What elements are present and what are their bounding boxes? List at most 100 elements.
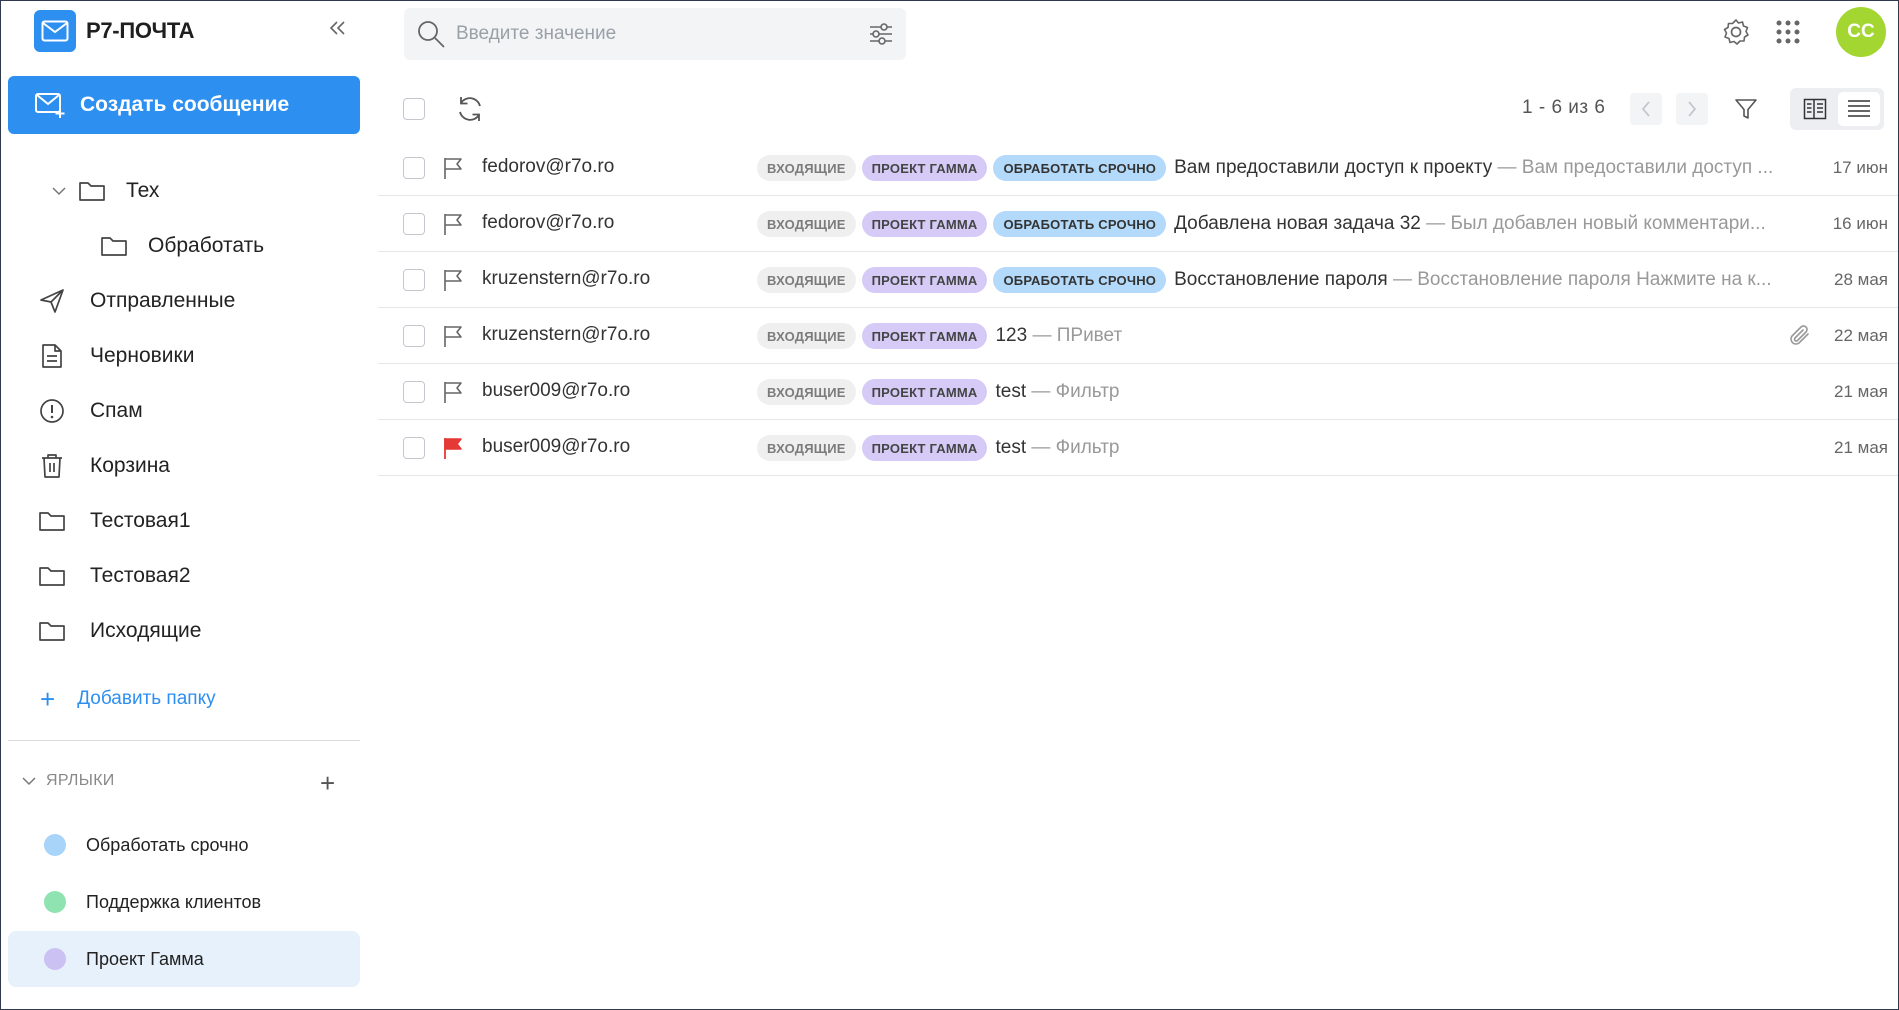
message-row[interactable]: kruzenstern@r7o.ro ВХОДЯЩИЕ ПРОЕКТ ГАММА… [378, 308, 1898, 364]
message-row[interactable]: fedorov@r7o.ro ВХОДЯЩИЕ ПРОЕКТ ГАММА ОБР… [378, 196, 1898, 252]
labels-section-toggle[interactable]: ЯРЛЫКИ [22, 772, 115, 790]
separator: — [1031, 381, 1051, 402]
message-checkbox[interactable] [403, 269, 425, 291]
label-color-dot [44, 834, 66, 856]
draft-document-icon [38, 342, 66, 370]
tag-project-gamma: ПРОЕКТ ГАММА [861, 379, 988, 405]
sender: kruzenstern@r7o.ro [482, 268, 651, 289]
compose-label: Создать сообщение [80, 93, 290, 116]
folder-label: Черновики [90, 344, 195, 367]
subject: test [995, 381, 1027, 402]
folder-icon [38, 562, 66, 590]
label-item-urgent[interactable]: Обработать срочно [8, 817, 360, 873]
folder-drafts[interactable]: Черновики [38, 342, 194, 370]
subject: test [995, 437, 1027, 458]
message-subject-line: test — Фильтр [995, 381, 1119, 403]
message-checkbox[interactable] [403, 213, 425, 235]
flag-icon[interactable] [442, 268, 464, 292]
preview: Вам предоставили доступ ... [1521, 157, 1774, 178]
sender: buser009@r7o.ro [482, 380, 631, 401]
next-page-button[interactable] [1676, 93, 1708, 125]
tag-project-gamma: ПРОЕКТ ГАММА [861, 323, 988, 349]
message-subject-line: test — Фильтр [995, 437, 1119, 459]
tag-project-gamma: ПРОЕКТ ГАММА [861, 211, 988, 237]
tag-inbox: ВХОДЯЩИЕ [757, 155, 856, 181]
message-checkbox[interactable] [403, 381, 425, 403]
tag-inbox: ВХОДЯЩИЕ [757, 211, 856, 237]
search-icon [416, 19, 446, 49]
flag-icon[interactable] [442, 380, 464, 404]
add-label-plus-icon[interactable]: + [320, 770, 335, 796]
refresh-icon[interactable] [455, 94, 485, 124]
filter-funnel-icon[interactable] [1734, 97, 1758, 121]
message-checkbox[interactable] [403, 325, 425, 347]
search-bar[interactable]: Введите значение [404, 8, 906, 60]
label-color-dot [44, 948, 66, 970]
flag-icon[interactable] [442, 156, 464, 180]
split-view-icon[interactable] [1794, 92, 1836, 126]
message-row[interactable]: buser009@r7o.ro ВХОДЯЩИЕ ПРОЕКТ ГАММА te… [378, 364, 1898, 420]
tag-urgent: ОБРАБОТАТЬ СРОЧНО [993, 155, 1167, 181]
folder-tech[interactable]: Тех [52, 177, 159, 205]
settings-gear-icon[interactable] [1720, 16, 1752, 48]
flag-icon[interactable] [442, 324, 464, 348]
prev-page-button[interactable] [1630, 93, 1662, 125]
separator: — [1497, 157, 1517, 178]
flag-filled-red-icon[interactable] [442, 436, 464, 460]
separator: — [1032, 325, 1052, 346]
select-all-checkbox[interactable] [403, 98, 425, 120]
chevron-down-icon[interactable] [52, 186, 66, 196]
flag-icon[interactable] [442, 212, 464, 236]
labels-section-title: ЯРЛЫКИ [46, 772, 115, 789]
folder-sent[interactable]: Отправленные [38, 287, 235, 315]
folder-outbox[interactable]: Исходящие [38, 617, 201, 645]
subject: Вам предоставили доступ к проекту [1174, 157, 1493, 178]
message-subject-line: 123 — ПРивет [995, 325, 1122, 347]
view-mode-toggle [1790, 88, 1884, 130]
folder-spam[interactable]: Спам [38, 397, 143, 425]
search-input[interactable]: Введите значение [456, 23, 868, 45]
folder-test2[interactable]: Тестовая2 [38, 562, 191, 590]
folder-test1[interactable]: Тестовая1 [38, 507, 191, 535]
label-item-support[interactable]: Поддержка клиентов [8, 874, 360, 930]
tag-project-gamma: ПРОЕКТ ГАММА [861, 435, 988, 461]
sender: fedorov@r7o.ro [482, 156, 615, 177]
label-item-gamma[interactable]: Проект Гамма [8, 931, 360, 987]
message-date: 28 мая [1834, 270, 1888, 289]
add-folder-button[interactable]: + Добавить папку [40, 686, 216, 712]
label-name: Проект Гамма [86, 948, 204, 969]
tag-project-gamma: ПРОЕКТ ГАММА [861, 267, 988, 293]
folder-trash[interactable]: Корзина [38, 452, 170, 480]
message-date: 17 июн [1832, 158, 1888, 177]
apps-grid-icon[interactable] [1772, 16, 1804, 48]
collapse-sidebar-icon[interactable] [325, 16, 349, 40]
send-icon [38, 287, 66, 315]
plus-icon: + [40, 684, 56, 714]
app-logo[interactable]: Р7-ПОЧТА [34, 10, 194, 52]
message-checkbox[interactable] [403, 437, 425, 459]
pagination-info: 1 - 6 из 6 [1522, 97, 1606, 118]
folder-process[interactable]: Обработать [100, 232, 264, 260]
folder-icon [38, 617, 66, 645]
message-checkbox[interactable] [403, 157, 425, 179]
message-subject-line: Вам предоставили доступ к проекту — Вам … [1174, 157, 1773, 179]
chevron-down-icon [22, 776, 36, 786]
trash-icon [38, 452, 66, 480]
message-row[interactable]: buser009@r7o.ro ВХОДЯЩИЕ ПРОЕКТ ГАММА te… [378, 420, 1898, 476]
message-row[interactable]: fedorov@r7o.ro ВХОДЯЩИЕ ПРОЕКТ ГАММА ОБР… [378, 140, 1898, 196]
tag-inbox: ВХОДЯЩИЕ [757, 323, 856, 349]
tag-inbox: ВХОДЯЩИЕ [757, 267, 856, 293]
message-row[interactable]: kruzenstern@r7o.ro ВХОДЯЩИЕ ПРОЕКТ ГАММА… [378, 252, 1898, 308]
message-subject-line: Добавлена новая задача 32 — Был добавлен… [1174, 213, 1766, 235]
tag-project-gamma: ПРОЕКТ ГАММА [861, 155, 988, 181]
search-filter-settings-icon[interactable] [868, 22, 894, 46]
list-view-icon[interactable] [1838, 92, 1880, 126]
user-avatar[interactable]: СС [1836, 7, 1886, 57]
compose-mail-icon [34, 91, 66, 119]
folder-label: Тестовая2 [90, 564, 191, 587]
compose-button[interactable]: Создать сообщение [8, 76, 360, 134]
message-date: 22 мая [1834, 326, 1888, 345]
separator: — [1426, 213, 1446, 234]
message-date: 16 июн [1832, 214, 1888, 233]
folder-icon [78, 177, 106, 205]
